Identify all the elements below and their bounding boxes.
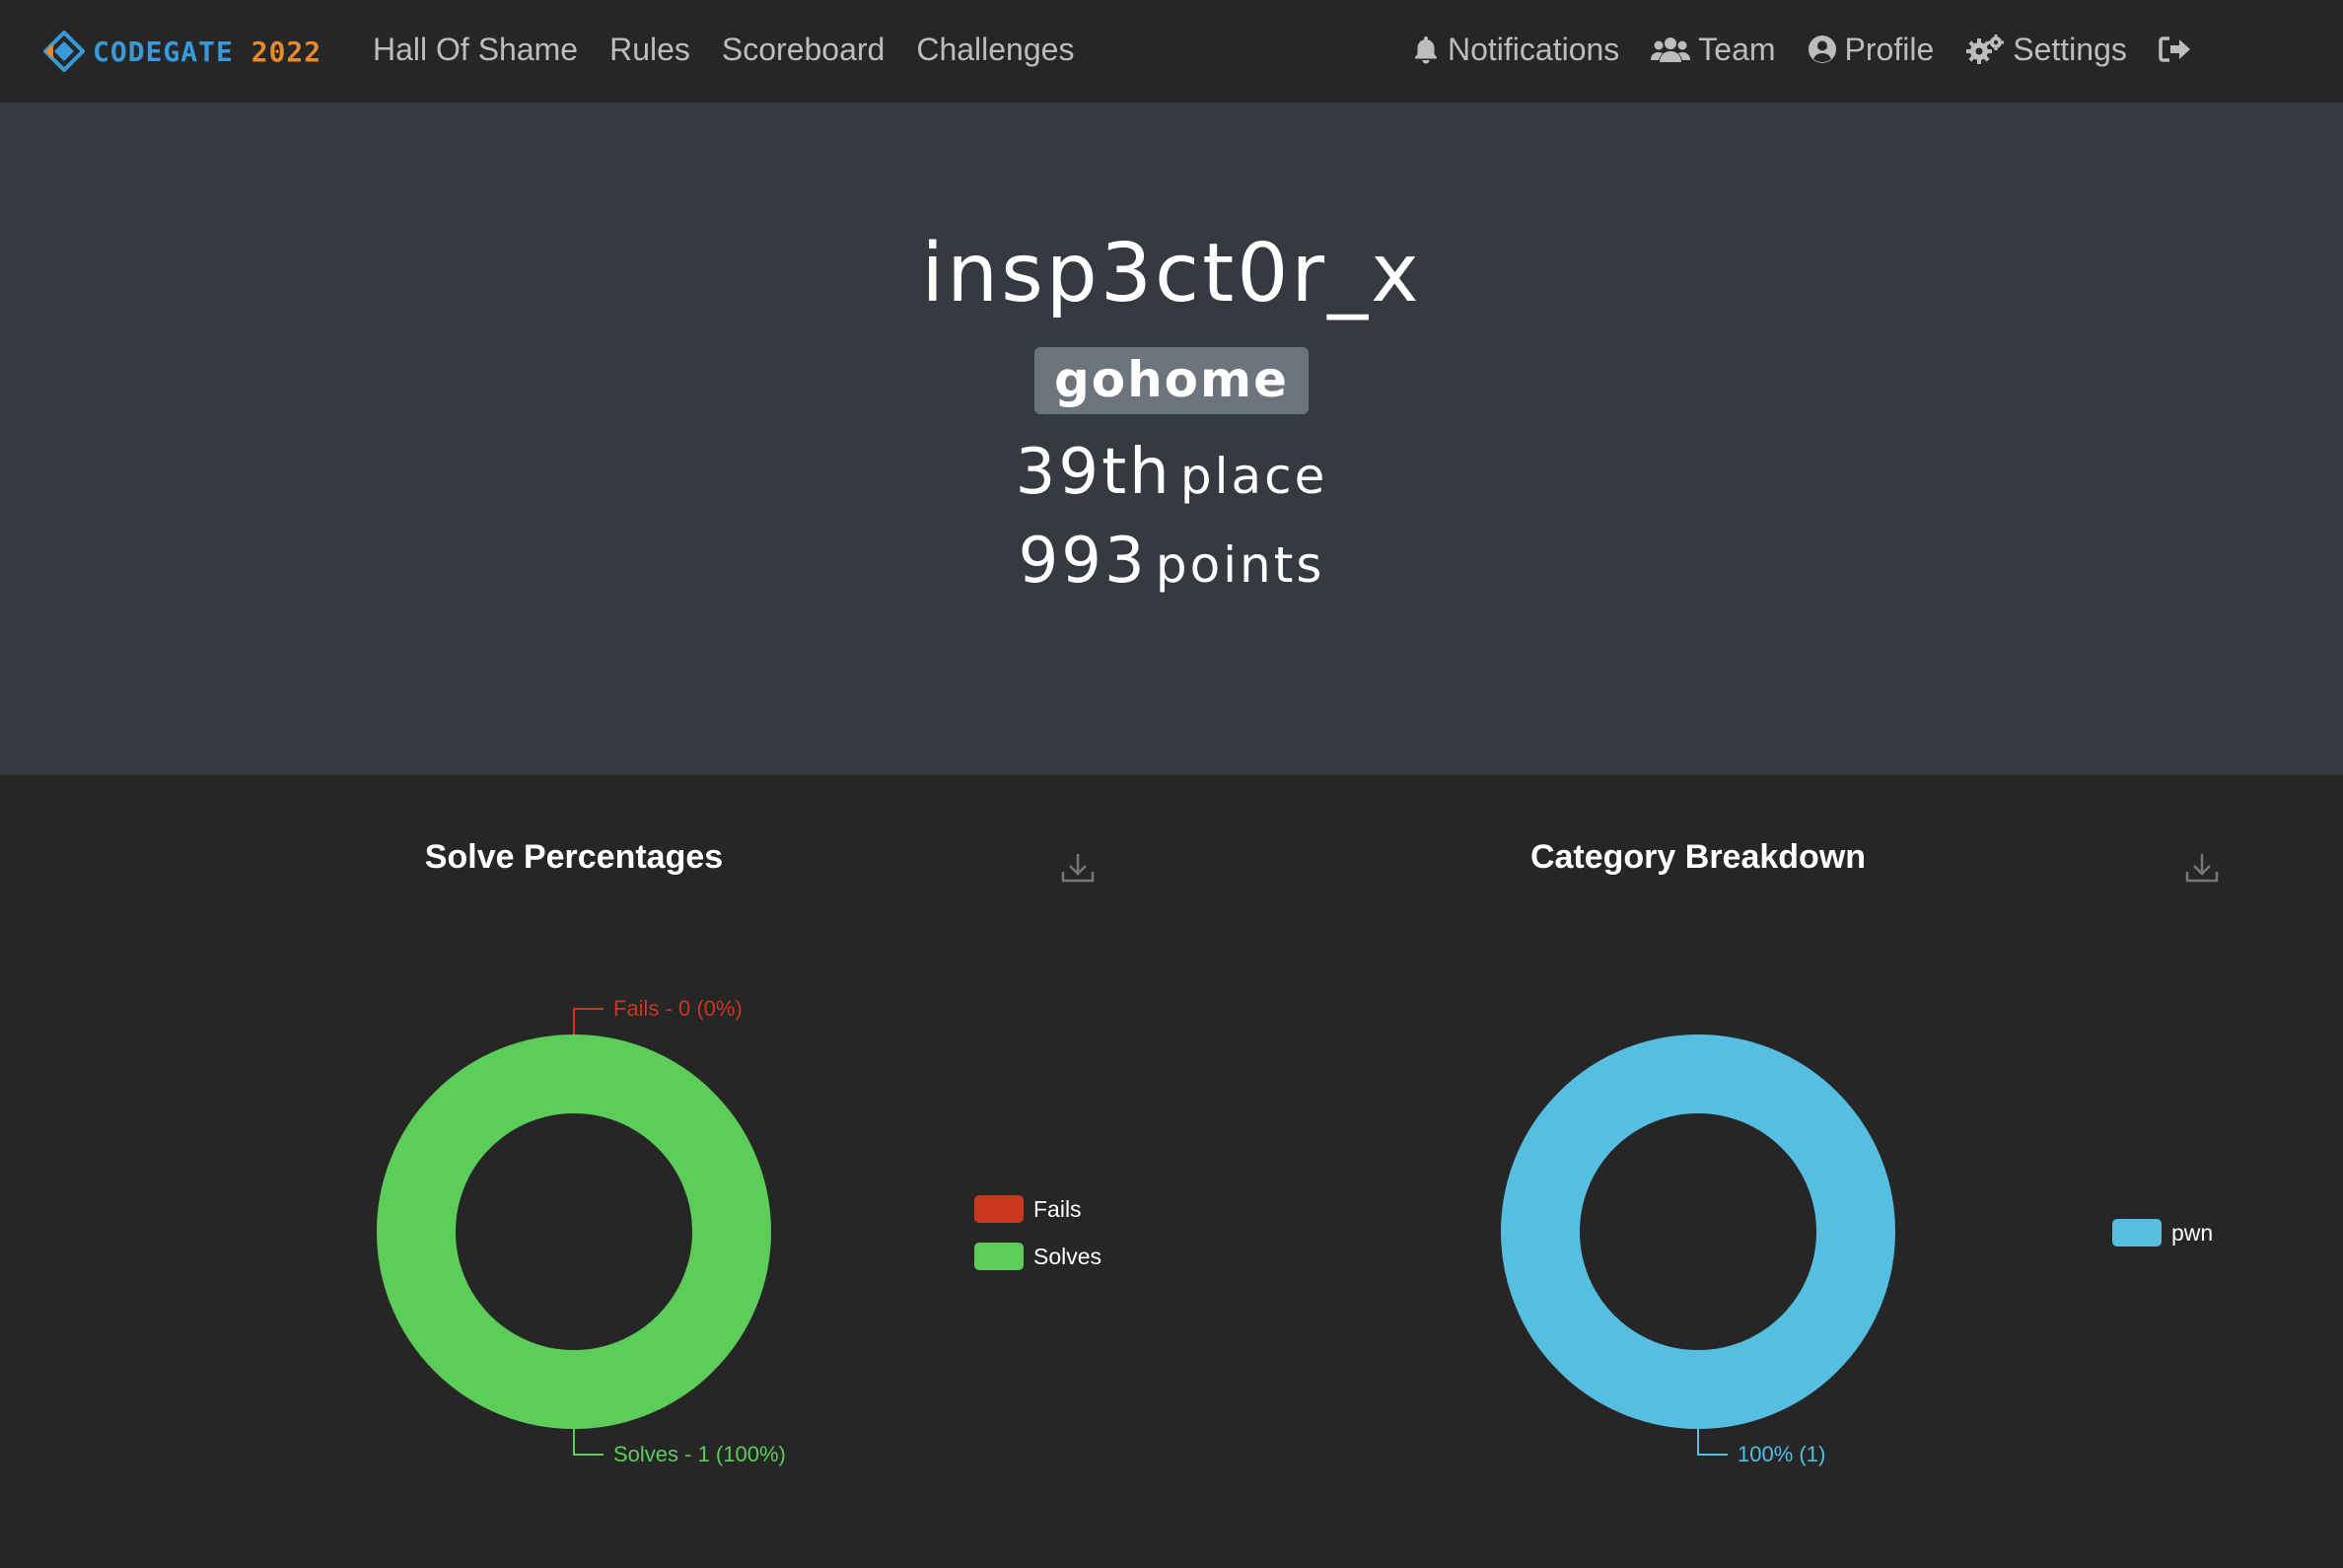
profile-header: insp3ct0r_x gohome 39th place 993 points — [0, 103, 2343, 775]
nav-notifications-label: Notifications — [1448, 31, 1620, 67]
nav-scoreboard[interactable]: Scoreboard — [722, 32, 885, 68]
team-badge[interactable]: gohome — [1033, 347, 1310, 414]
codegate-logo-icon — [43, 31, 85, 72]
nav-notifications[interactable]: Notifications — [1412, 32, 1619, 68]
nav-settings[interactable]: Settings — [1965, 32, 2127, 68]
place-stat: 39th place — [0, 436, 2343, 509]
team-badge-wrap: gohome — [0, 347, 2343, 414]
nav-left: Hall Of Shame Rules Scoreboard Challenge… — [373, 0, 1105, 99]
points-number: 993 — [1018, 525, 1148, 598]
legend-swatch-pwn[interactable] — [2112, 1219, 2162, 1247]
legend-swatch-solves[interactable] — [974, 1243, 1024, 1270]
nav-profile[interactable]: Profile — [1808, 31, 1935, 68]
slice-label: Fails - 0 (0%) — [613, 996, 743, 1021]
legend-label-fails: Fails — [1033, 1196, 1082, 1222]
nav-settings-label: Settings — [2013, 31, 2127, 67]
navbar: CODEGATE 2022 Hall Of Shame Rules Scoreb… — [0, 0, 2343, 104]
category-breakdown-chart: 100% (1) pwn — [1501, 1034, 2213, 1466]
nav-right: Notifications Team Profile Settings — [1412, 0, 2232, 99]
nav-challenges[interactable]: Challenges — [916, 32, 1074, 68]
nav-rules[interactable]: Rules — [609, 32, 690, 68]
nav-team-label: Team — [1698, 31, 1776, 67]
brand-text-codegate: CODEGATE — [93, 35, 234, 68]
place-label: place — [1179, 448, 1328, 505]
user-circle-icon — [1808, 35, 1837, 64]
download-icon[interactable] — [2185, 852, 2219, 884]
slice-label: Solves - 1 (100%) — [613, 1442, 786, 1466]
username: insp3ct0r_x — [921, 227, 1422, 321]
points-label: points — [1155, 536, 1325, 594]
nav-profile-label: Profile — [1844, 31, 1935, 67]
place-number: 39th — [1015, 436, 1172, 509]
users-icon — [1651, 36, 1691, 63]
gears-icon — [1965, 34, 2005, 65]
label-leader-line — [573, 1008, 604, 1034]
slice-pwn[interactable] — [1501, 1034, 1895, 1429]
legend-swatch-fails[interactable] — [974, 1195, 1024, 1223]
solve-percentages-title: Solve Percentages — [424, 838, 724, 876]
logout-icon — [2159, 36, 2192, 63]
nav-hall-of-shame[interactable]: Hall Of Shame — [373, 32, 578, 68]
nav-logout[interactable] — [2159, 36, 2200, 63]
points-stat: 993 points — [0, 525, 2343, 598]
legend-label-solves: Solves — [1033, 1244, 1101, 1269]
bell-icon — [1412, 35, 1440, 64]
label-leader-line — [573, 1429, 604, 1456]
nav-team[interactable]: Team — [1651, 31, 1776, 68]
brand-logo[interactable]: CODEGATE 2022 — [43, 30, 321, 73]
slice-label: 100% (1) — [1738, 1442, 1825, 1466]
brand-text-year: 2022 — [250, 35, 322, 68]
solve-percentages-chart: Fails - 0 (0%) Solves - 1 (100%) Fails Sol… — [377, 996, 1101, 1466]
slice-solves[interactable] — [377, 1034, 771, 1429]
label-leader-line — [1697, 1429, 1728, 1456]
category-breakdown-title: Category Breakdown — [1529, 838, 1867, 876]
download-icon[interactable] — [1061, 852, 1095, 884]
legend-label-pwn: pwn — [2171, 1220, 2213, 1246]
